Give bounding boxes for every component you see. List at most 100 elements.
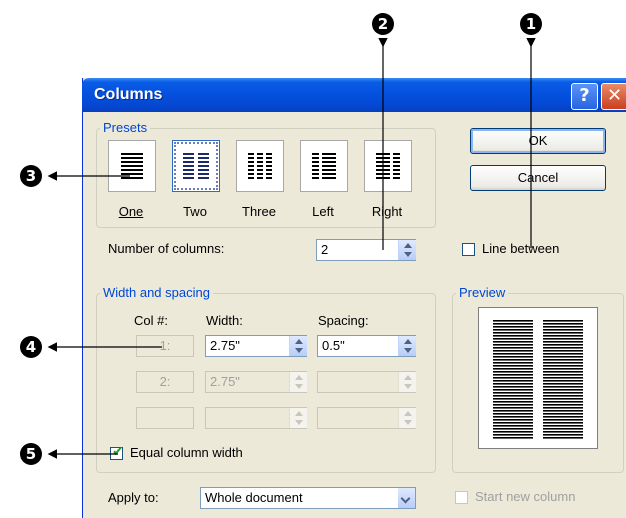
preview-text-line [493, 389, 533, 391]
preview-text-line [493, 329, 533, 331]
preview-text-line [543, 425, 583, 427]
preview-text-line [493, 407, 533, 409]
preset-one-label: One [118, 204, 144, 219]
preview-text-line [493, 323, 533, 325]
preview-text-line [493, 386, 533, 388]
preview-text-line [543, 341, 583, 343]
preview-text-line [543, 419, 583, 421]
preset-three-button[interactable] [236, 140, 284, 192]
preview-text-line [493, 356, 533, 358]
preview-text-line [543, 368, 583, 370]
title-bar-background [82, 78, 626, 112]
preview-text-line [543, 323, 583, 325]
title-bar: Columns ? ✕ [82, 78, 626, 112]
col-number-2: 2: [136, 371, 194, 393]
preset-two-label: Two [183, 204, 207, 219]
line-between-checkbox[interactable] [462, 243, 475, 256]
spacing-spinner-3[interactable] [398, 408, 416, 428]
preview-text-line [493, 326, 533, 328]
preview-text-line [493, 341, 533, 343]
preview-text-line [493, 422, 533, 424]
preview-text-line [543, 407, 583, 409]
preview-text-line [543, 362, 583, 364]
preview-group-label: Preview [456, 285, 509, 300]
preview-text-line [543, 371, 583, 373]
width-spinner-1[interactable] [289, 336, 307, 356]
preview-text-line [493, 431, 533, 433]
apply-to-dropdown-arrow-icon[interactable] [398, 488, 415, 508]
number-of-columns-spinner[interactable] [398, 240, 416, 260]
close-button[interactable]: ✕ [601, 83, 626, 110]
preview-text-line [543, 404, 583, 406]
two-columns-icon [183, 153, 209, 179]
preview-text-line [543, 350, 583, 352]
preview-text-line [493, 335, 533, 337]
width-header: Width: [206, 313, 243, 328]
preset-left-button[interactable] [300, 140, 348, 192]
preset-one-button[interactable] [108, 140, 156, 192]
callout-3: 3 [20, 165, 42, 187]
preview-text-line [543, 389, 583, 391]
preview-text-line [493, 359, 533, 361]
start-new-column-checkbox[interactable] [455, 491, 468, 504]
line-between-label: Line between [482, 241, 560, 256]
preview-text-line [543, 401, 583, 403]
equal-column-width-checkbox[interactable]: ✔ [110, 444, 124, 460]
preview-text-line [493, 362, 533, 364]
width-spinner-3[interactable] [289, 408, 307, 428]
preview-text-line [493, 377, 533, 379]
preview-text-line [493, 434, 533, 436]
col-number-1: 1: [136, 335, 194, 357]
preview-text-line [543, 434, 583, 436]
checkmark-icon: ✔ [112, 444, 124, 460]
preview-text-line [493, 338, 533, 340]
preview-text-line [493, 425, 533, 427]
preview-text-line [543, 398, 583, 400]
col-number-3 [136, 407, 194, 429]
ok-button[interactable]: OK [470, 128, 606, 154]
spacing-spinner-2[interactable] [398, 372, 416, 392]
left-column-icon [312, 153, 336, 179]
preset-three-label: Three [242, 204, 276, 219]
help-button[interactable]: ? [571, 83, 598, 110]
callout-5: 5 [20, 443, 42, 465]
preview-text-line [543, 329, 583, 331]
preview-text-line [543, 332, 583, 334]
spacing-spinner-1[interactable] [398, 336, 416, 356]
preset-two-button[interactable] [172, 140, 220, 192]
preview-text-line [493, 374, 533, 376]
preview-text-line [543, 422, 583, 424]
preview-text-line [493, 395, 533, 397]
preview-text-line [543, 437, 583, 439]
width-spinner-2[interactable] [289, 372, 307, 392]
preview-text-line [543, 380, 583, 382]
preview-text-line [543, 353, 583, 355]
preview-text-line [543, 431, 583, 433]
callout-4: 4 [20, 336, 42, 358]
preview-page [478, 307, 598, 449]
preview-text-line [493, 350, 533, 352]
preview-text-line [493, 365, 533, 367]
preview-text-line [543, 335, 583, 337]
three-columns-icon [248, 153, 272, 179]
cancel-button[interactable]: Cancel [470, 165, 606, 191]
width-spacing-group-label: Width and spacing [100, 285, 213, 300]
number-of-columns-label: Number of columns: [108, 241, 225, 256]
apply-to-select[interactable]: Whole document [200, 487, 416, 509]
dialog-title: Columns [94, 86, 163, 103]
preview-text-line [543, 392, 583, 394]
preview-text-line [493, 404, 533, 406]
preview-text-line [493, 392, 533, 394]
callout-1: 1 [520, 13, 542, 35]
preview-text-line [543, 338, 583, 340]
spacing-header: Spacing: [318, 313, 369, 328]
preview-text-line [493, 380, 533, 382]
preview-text-line [543, 365, 583, 367]
preview-text-line [543, 377, 583, 379]
preset-right-button[interactable] [364, 140, 412, 192]
preview-text-line [543, 356, 583, 358]
start-new-column-label: Start new column [475, 489, 576, 504]
preview-text-line [493, 416, 533, 418]
preview-text-line [543, 326, 583, 328]
preview-text-line [493, 344, 533, 346]
